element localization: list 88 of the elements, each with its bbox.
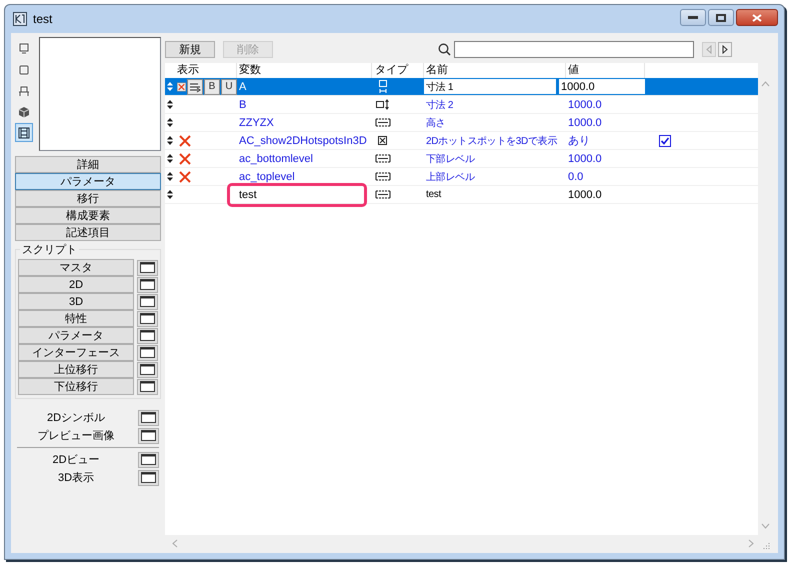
view-icon[interactable] (15, 123, 33, 142)
editor-window-icon[interactable] (137, 362, 158, 378)
script-button[interactable]: 特性 (18, 310, 134, 327)
script-button[interactable]: 2D (18, 276, 134, 293)
parameter-value: 1000.0 (559, 79, 645, 94)
script-button[interactable]: インターフェース (18, 344, 134, 361)
parameter-row[interactable]: AC_show2DHotspotsIn3D 2Dホットスポットを3Dで表示 あり (165, 132, 758, 150)
hidden-x-icon[interactable] (177, 168, 193, 184)
hidden-x-icon[interactable] (177, 150, 193, 166)
parameter-value: 1000.0 (567, 116, 603, 130)
window-title: test (33, 12, 52, 26)
new-button[interactable]: 新規 (165, 40, 215, 58)
parameter-name: 寸法 1 (424, 79, 556, 94)
editor-window-icon[interactable] (137, 294, 158, 310)
parameter-row[interactable]: ZZYZX 高さ 1000.0 (165, 114, 758, 132)
variable-name: A (238, 80, 248, 94)
close-icon (752, 14, 762, 22)
left-triangle-icon (705, 44, 713, 54)
extra-button[interactable]: 2Dシンボル (17, 410, 135, 426)
search-field[interactable] (454, 40, 694, 58)
parameter-name: test (425, 188, 442, 202)
parameter-value: 1000.0 (567, 152, 603, 166)
extra-button[interactable]: プレビュー画像 (17, 428, 135, 444)
reorder-handle-icon[interactable] (167, 136, 173, 145)
right-triangle-icon (721, 44, 729, 54)
reorder-handle-icon[interactable] (167, 100, 173, 109)
parameter-name: 下部レベル (425, 152, 476, 166)
variable-name: ZZYZX (238, 116, 275, 130)
reorder-handle-icon[interactable] (167, 154, 173, 163)
variable-name: B (238, 98, 248, 112)
editor-window-icon[interactable] (138, 452, 159, 468)
variable-name: ac_toplevel (238, 170, 296, 184)
section-button[interactable]: パラメータ (15, 173, 161, 190)
editor-window-icon[interactable] (138, 410, 159, 426)
parameter-value: 0.0 (567, 170, 584, 184)
parameter-row[interactable]: test test 1000.0 (165, 186, 758, 204)
reorder-handle-icon[interactable] (167, 172, 173, 181)
close-button[interactable] (736, 9, 778, 26)
parameter-row[interactable]: B U A 寸法 1 1000.0 (165, 78, 758, 96)
section-button[interactable]: 移行 (15, 190, 161, 207)
parameter-name: 2Dホットスポットを3Dで表示 (425, 134, 558, 148)
variable-name: test (238, 188, 258, 202)
group-title: スクリプト (20, 242, 79, 257)
parameter-value: 1000.0 (567, 98, 603, 112)
script-button[interactable]: 上位移行 (18, 361, 134, 378)
variable-name: ac_bottomlevel (238, 152, 314, 166)
editor-window-icon[interactable] (137, 344, 158, 360)
editor-window-icon[interactable] (138, 470, 159, 486)
extra-button[interactable]: 3D表示 (17, 470, 135, 486)
section-button[interactable]: 詳細 (15, 156, 161, 173)
script-button[interactable]: 下位移行 (18, 378, 134, 395)
parameter-row[interactable]: ac_toplevel 上部レベル 0.0 (165, 168, 758, 186)
minimize-icon (688, 16, 698, 20)
app-icon (13, 12, 27, 26)
parameter-row[interactable]: ac_bottomlevel 下部レベル 1000.0 (165, 150, 758, 168)
variable-name: AC_show2DHotspotsIn3D (238, 134, 368, 148)
parameter-name: 高さ (425, 116, 446, 130)
style-button[interactable]: U (221, 78, 237, 94)
resize-grip-icon[interactable] (763, 542, 770, 549)
section-button[interactable]: 記述項目 (15, 224, 161, 241)
indent-icon[interactable] (187, 78, 203, 94)
editor-window-icon[interactable] (138, 428, 159, 444)
maximize-icon (716, 14, 726, 22)
minimize-button[interactable] (680, 9, 706, 26)
editor-window-icon[interactable] (137, 260, 158, 276)
search-icon (438, 42, 451, 56)
style-button[interactable]: B (204, 78, 220, 94)
parameter-name: 寸法 2 (425, 98, 454, 112)
parameter-name: 上部レベル (425, 170, 476, 184)
reorder-handle-icon[interactable] (167, 82, 173, 91)
reorder-handle-icon[interactable] (167, 190, 173, 199)
hidden-x-icon[interactable] (177, 132, 193, 148)
script-button[interactable]: パラメータ (18, 327, 134, 344)
editor-window-icon[interactable] (137, 328, 158, 344)
editor-window-icon[interactable] (137, 378, 158, 394)
extra-button[interactable]: 2Dビュー (17, 452, 135, 468)
script-button[interactable]: マスタ (18, 259, 134, 276)
reorder-handle-icon[interactable] (167, 118, 173, 127)
parameter-value: あり (567, 134, 591, 149)
maximize-button[interactable] (708, 9, 734, 26)
parameter-value: 1000.0 (567, 188, 603, 202)
parameter-row[interactable]: B 寸法 2 1000.0 (165, 96, 758, 114)
checkbox[interactable] (659, 134, 671, 146)
script-button[interactable]: 3D (18, 293, 134, 310)
editor-window-icon[interactable] (137, 276, 158, 292)
section-button[interactable]: 構成要素 (15, 207, 161, 224)
next-button[interactable] (718, 42, 732, 56)
editor-window-icon[interactable] (137, 310, 158, 326)
